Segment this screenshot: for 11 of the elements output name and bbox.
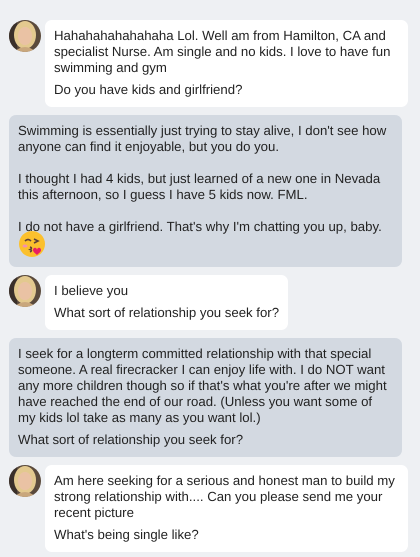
question-text: What's being single like? — [54, 527, 200, 543]
message-text: I thought I had 4 kids, but just learned of a new one in Nevada this afternoon, so I guess I have 5 kids now. FML. — [18, 171, 382, 203]
message-text: I do not have a girlfriend. That's why I'm chatting you up, baby. — [18, 219, 383, 235]
message-text: I believe you — [54, 283, 130, 299]
question-text: Do you have kids and girlfriend? — [54, 82, 244, 98]
message-text: Hahahahahahahaha Lol. Well am from Hamilton, CA and specialist Nurse. Am single and no kids. I love to have fun swimming and gym — [54, 28, 392, 76]
message-text: Swimming is essentially just trying to stay alive, I don't see how anyone can find it enjoyable, but you do you. — [18, 123, 388, 155]
question-text: What sort of relationship you seek for? — [18, 432, 244, 448]
question-text: What sort of relationship you seek for? — [54, 305, 280, 321]
message-text: I seek for a longterm committed relationship with that special someone. A real firecracker I can enjoy life with. I do NOT want any more children though so if that's what you're after we might have reached the end of our road. (Unless you want some of my kids lol take as many as you want lol.) — [18, 346, 388, 426]
message-text: Am here seeking for a serious and honest man to build my strong relationship with.... Can you please send me your recent picture — [54, 473, 396, 521]
